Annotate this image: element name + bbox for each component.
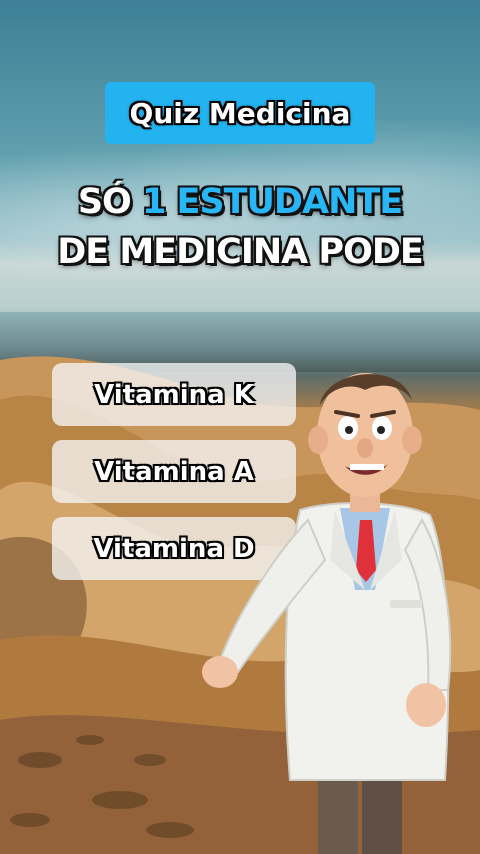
headline-line-2: DE MEDICINA PODE xyxy=(57,232,424,272)
headline-prefix: SÓ xyxy=(77,182,142,222)
quiz-tag-label: Quiz Medicina xyxy=(129,96,351,130)
headline-line-1: SÓ 1 ESTUDANTE xyxy=(0,182,480,222)
headline-highlight: 1 ESTUDANTE xyxy=(141,182,403,222)
doctor-character-illustration xyxy=(202,373,452,854)
quiz-tag-badge: Quiz Medicina xyxy=(105,82,375,144)
